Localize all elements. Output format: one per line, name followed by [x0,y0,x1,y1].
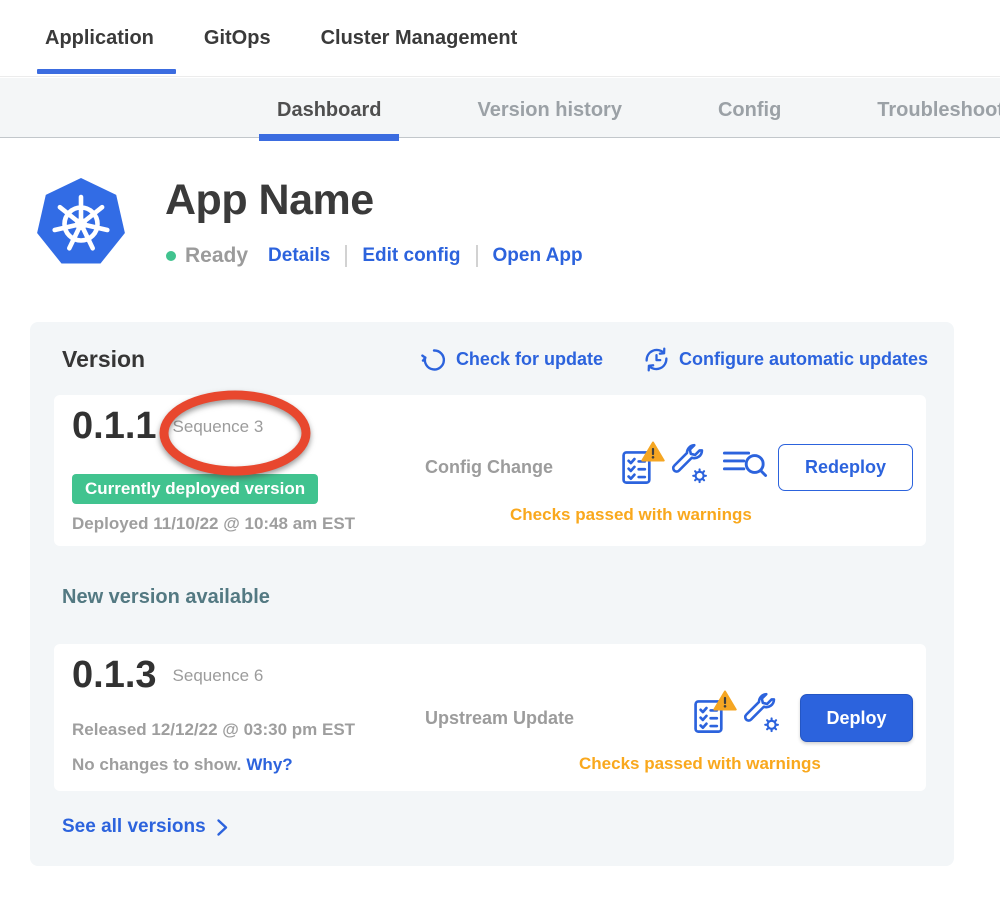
nav-tab-gitops-label: GitOps [204,27,271,50]
version-panel-actions: Check for update Configure automatic upd… [421,346,928,373]
config-values-icon[interactable] [669,443,709,490]
available-version-card: 0.1.3 Sequence 6 Released 12/12/22 @ 03:… [54,644,926,791]
version-panel: Version Check for update [30,322,954,866]
divider [345,245,347,267]
checks-warning-text: Checks passed with warnings [510,505,752,525]
redeploy-button[interactable]: Redeploy [778,444,913,491]
view-files-icon[interactable] [722,447,768,486]
new-version-heading: New version available [62,586,270,609]
available-version-icons [692,692,781,739]
nav-tab-cluster-management-label: Cluster Management [321,27,518,50]
configure-automatic-updates-button[interactable]: Configure automatic updates [643,346,928,373]
status-dot-icon [166,251,176,261]
edit-config-link[interactable]: Edit config [362,245,460,267]
tab-dashboard-label: Dashboard [277,99,381,122]
active-subtab-indicator [259,134,399,141]
available-version-sequence: Sequence 6 [173,666,264,686]
tab-troubleshoot[interactable]: Troubleshoot [877,84,1000,137]
current-version-card: 0.1.1 Sequence 3 Currently deployed vers… [54,395,926,546]
version-panel-header: Version Check for update [62,346,928,373]
config-values-icon[interactable] [741,692,781,739]
checks-warning-text: Checks passed with warnings [579,754,821,774]
configure-automatic-updates-label: Configure automatic updates [679,349,928,370]
check-for-update-button[interactable]: Check for update [421,347,603,373]
deploy-button[interactable]: Deploy [800,694,913,742]
available-version-number: 0.1.3 [72,654,157,697]
no-changes-label: No changes to show. [72,755,241,774]
version-source-label: Upstream Update [425,708,574,729]
tab-config-label: Config [718,99,781,122]
tab-version-history[interactable]: Version history [477,84,622,137]
nav-tab-application-label: Application [45,27,154,50]
warning-triangle-icon [713,690,737,711]
released-timestamp: Released 12/12/22 @ 03:30 pm EST [72,720,355,740]
current-version-number: 0.1.1 [72,405,157,448]
tab-config[interactable]: Config [718,84,781,137]
version-panel-title: Version [62,346,145,373]
open-app-link[interactable]: Open App [493,245,583,267]
preflight-checks-icon[interactable] [620,448,656,486]
check-for-update-label: Check for update [456,349,603,370]
tab-troubleshoot-label: Troubleshoot [877,99,1000,122]
current-version-sequence: Sequence 3 [173,417,264,437]
page-title: App Name [165,176,374,225]
current-version-row: 0.1.1 Sequence 3 [72,405,263,448]
why-link[interactable]: Why? [246,755,292,774]
tab-version-history-label: Version history [477,99,622,122]
warning-triangle-icon [641,441,665,462]
nav-tab-gitops[interactable]: GitOps [196,0,279,76]
active-tab-indicator [37,69,176,74]
app-status-row: Ready Details Edit config Open App [166,243,583,269]
primary-nav: Application GitOps Cluster Management [0,0,1000,77]
divider [476,245,478,267]
refresh-icon [421,347,447,373]
chevron-right-icon [216,818,229,837]
auto-update-icon [643,346,670,373]
version-source-label: Config Change [425,457,553,478]
available-version-row: 0.1.3 Sequence 6 [72,654,263,697]
see-all-versions-label: See all versions [62,816,206,838]
nav-tab-cluster-management[interactable]: Cluster Management [313,0,526,76]
secondary-nav: Dashboard Version history Config Trouble… [0,78,1000,138]
tab-dashboard[interactable]: Dashboard [277,84,381,137]
see-all-versions-link[interactable]: See all versions [62,816,229,838]
deployed-timestamp: Deployed 11/10/22 @ 10:48 am EST [72,514,355,534]
admin-console: Application GitOps Cluster Management Da… [0,0,1000,898]
currently-deployed-badge: Currently deployed version [72,474,318,504]
current-version-icons [620,443,768,490]
no-changes-text: No changes to show. Why? [72,755,293,775]
status-badge: Ready [185,244,248,268]
nav-tab-application[interactable]: Application [37,0,162,76]
kubernetes-logo-icon [36,178,126,268]
preflight-checks-icon[interactable] [692,697,728,735]
details-link[interactable]: Details [268,245,330,267]
